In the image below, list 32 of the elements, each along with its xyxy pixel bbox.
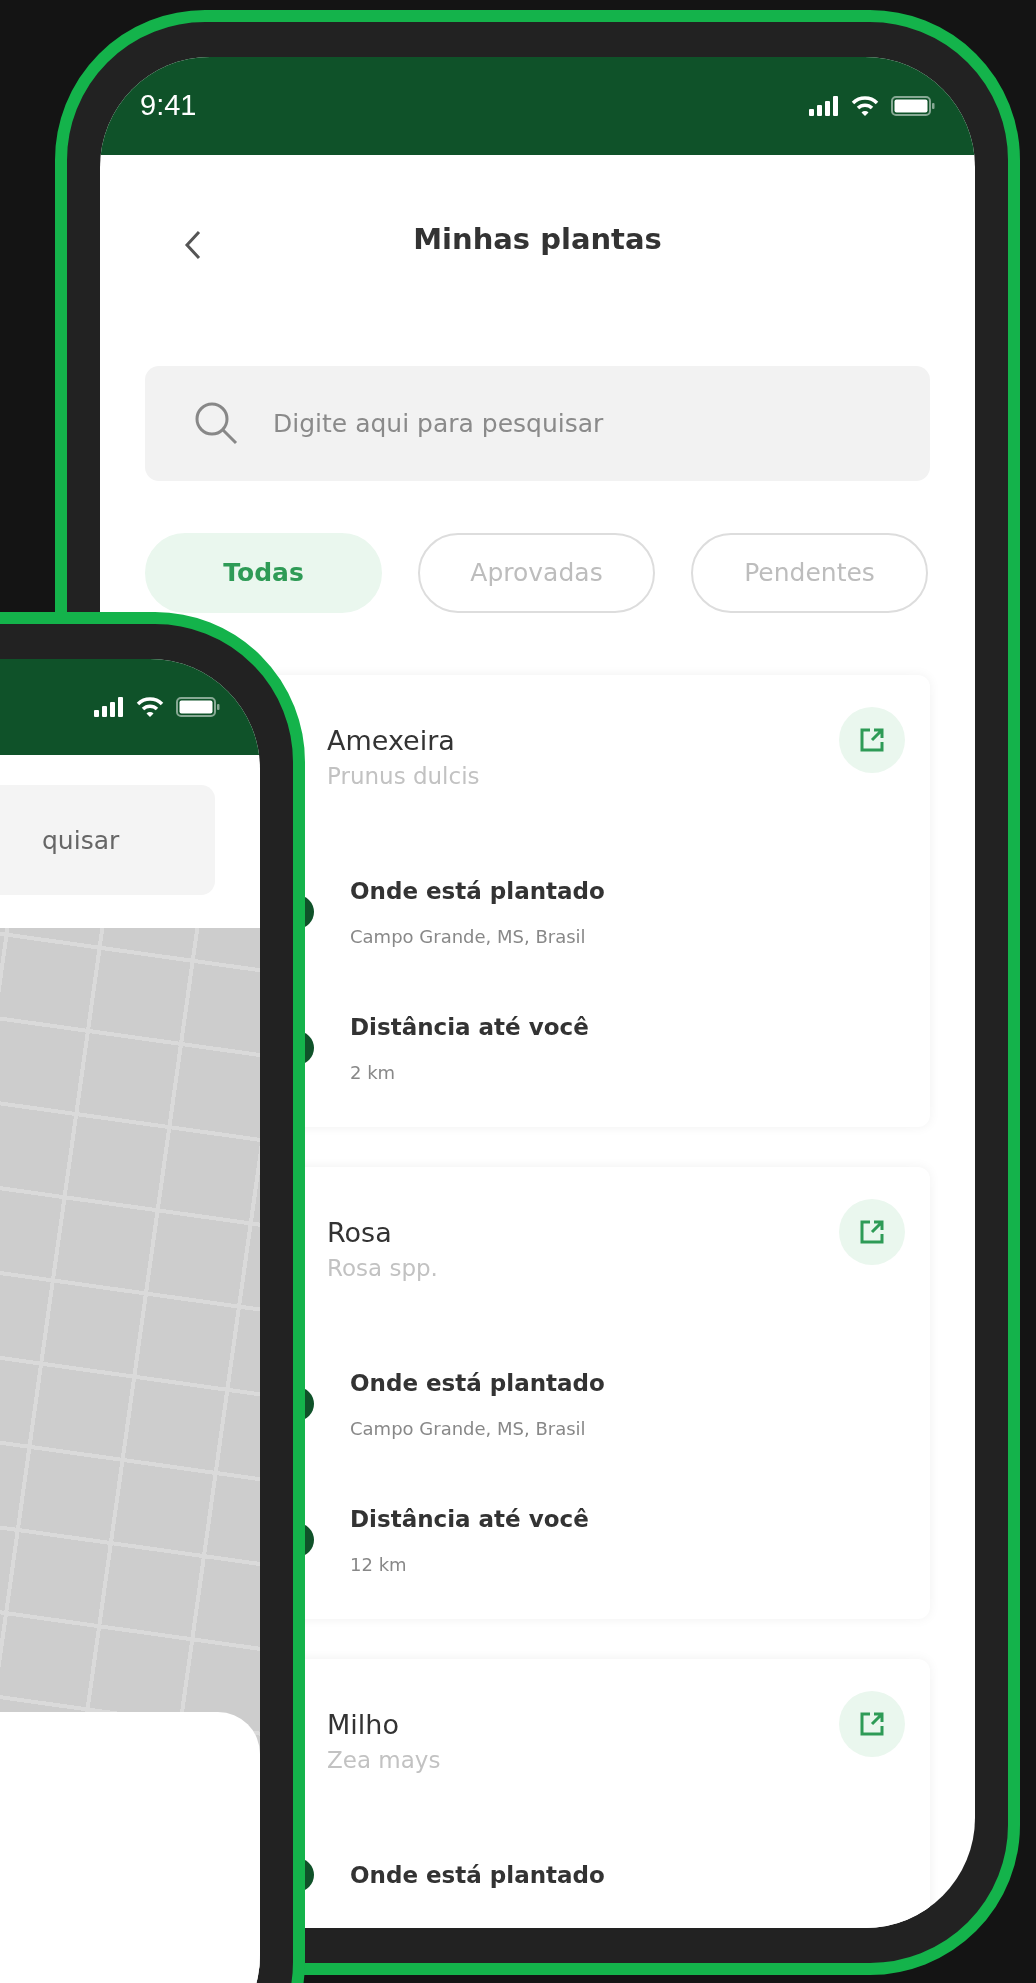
plant-name: Rosa <box>327 1216 393 1250</box>
scientific-name: Rosa spp. <box>327 1254 438 1283</box>
battery-icon <box>891 96 935 116</box>
detail-label: Distância até você <box>350 1013 589 1042</box>
battery-icon <box>176 697 220 717</box>
detail-value: 2 km <box>350 1061 397 1085</box>
page-title: Minhas plantas <box>413 221 662 257</box>
signal-icon <box>809 96 839 116</box>
detail-value: Campo Grande, MS, Brasil <box>350 1417 587 1441</box>
scientific-name: Zea mays <box>327 1746 441 1775</box>
detail-value: Campo Grande, MS, Brasil <box>350 925 587 949</box>
detail-value: 12 km <box>350 1553 408 1577</box>
detail-label: Onde está plantado <box>350 877 605 906</box>
wifi-icon <box>851 95 879 117</box>
signal-icon <box>94 697 124 717</box>
external-link-icon <box>858 1218 886 1246</box>
back-icon <box>184 229 202 261</box>
filter-tab[interactable]: Pendentes <box>691 533 928 613</box>
external-link-icon <box>858 726 886 754</box>
detail-label: Onde está plantado <box>350 1369 605 1398</box>
search-field[interactable]: quisar <box>0 785 215 895</box>
filter-tab[interactable]: Aprovadas <box>418 533 655 613</box>
search-field[interactable]: Digite aqui para pesquisar <box>145 366 930 481</box>
filter-tab[interactable]: Todas <box>145 533 382 613</box>
detail-label: Distância até você <box>350 1505 589 1534</box>
external-link-icon <box>858 1710 886 1738</box>
plant-name: Milho <box>327 1708 400 1742</box>
detail-label: Onde está plantado <box>350 1861 605 1890</box>
plant-name: Amexeira <box>327 724 456 758</box>
scientific-name: Prunus dulcis <box>327 762 480 791</box>
status-time: 9:41 <box>140 88 197 124</box>
wifi-icon <box>136 696 164 718</box>
